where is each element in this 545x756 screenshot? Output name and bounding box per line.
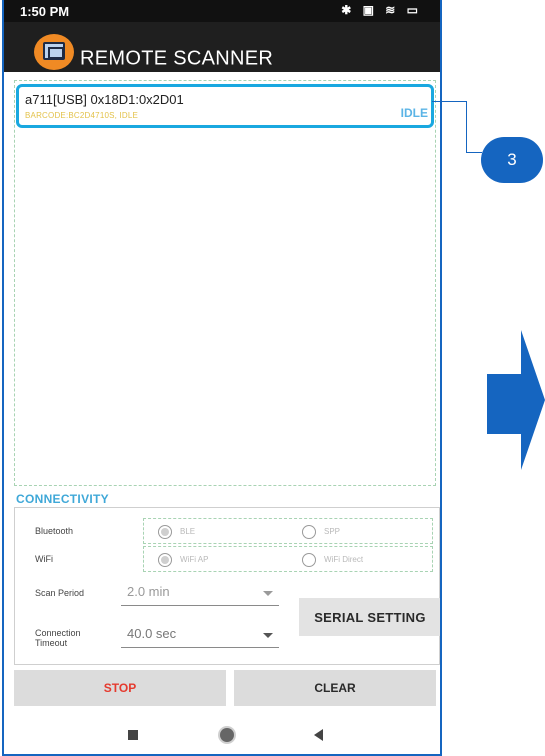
connection-timeout-label: Connection Timeout xyxy=(35,628,81,648)
scan-period-label: Scan Period xyxy=(35,588,85,598)
next-step-arrow-icon xyxy=(487,330,545,470)
device-name: a711[USB] 0x18D1:0x2D01 xyxy=(25,92,184,107)
android-nav-bar xyxy=(4,712,440,754)
device-detail: BARCODE:BC2D4710S, IDLE xyxy=(25,111,139,120)
connectivity-title: CONNECTIVITY xyxy=(16,492,109,506)
radio-wifi-ap[interactable] xyxy=(158,553,172,567)
callout-badge: 3 xyxy=(481,137,543,183)
connection-timeout-value: 40.0 sec xyxy=(127,626,177,641)
serial-setting-button[interactable]: SERIAL SETTING xyxy=(299,598,440,636)
callout-line xyxy=(466,101,467,152)
radio-ble-label: BLE xyxy=(180,527,196,536)
recent-apps-icon[interactable] xyxy=(128,730,138,740)
bluetooth-label: Bluetooth xyxy=(35,526,74,536)
app-title: REMOTE SCANNER xyxy=(80,47,274,70)
wifi-label: WiFi xyxy=(35,554,53,564)
chevron-down-icon xyxy=(263,591,273,596)
status-icons: ✱ ▣ ≋ ▭ xyxy=(341,3,422,17)
wifi-radio-group: WiFi AP WiFi Direct xyxy=(143,546,433,572)
device-status-badge: IDLE xyxy=(400,106,428,120)
radio-wifi-ap-label: WiFi AP xyxy=(180,555,209,564)
radio-ble[interactable] xyxy=(158,525,172,539)
phone-screen: 1:50 PM ✱ ▣ ≋ ▭ REMOTE SCANNER a711[USB]… xyxy=(2,0,442,756)
radio-wifi-direct[interactable] xyxy=(302,553,316,567)
callout-line xyxy=(466,152,482,153)
stop-button[interactable]: STOP xyxy=(14,670,226,706)
scan-period-dropdown[interactable]: 2.0 min xyxy=(121,582,279,606)
radio-spp-label: SPP xyxy=(324,527,341,536)
scan-period-value: 2.0 min xyxy=(127,584,170,599)
status-time: 1:50 PM xyxy=(20,4,70,19)
app-bar: REMOTE SCANNER xyxy=(4,22,440,72)
callout-line xyxy=(432,101,466,102)
chevron-down-icon xyxy=(263,633,273,638)
radio-spp[interactable] xyxy=(302,525,316,539)
connectivity-panel: Bluetooth BLE SPP WiFi WiFi AP WiFi Dire… xyxy=(14,507,440,665)
bluetooth-radio-group: BLE SPP xyxy=(143,518,433,544)
device-list-item[interactable]: a711[USB] 0x18D1:0x2D01 BARCODE:BC2D4710… xyxy=(16,84,434,128)
connection-timeout-label-line1: Connection xyxy=(35,628,81,638)
scanner-app-icon xyxy=(34,34,74,70)
connection-timeout-label-line2: Timeout xyxy=(35,638,68,648)
radio-wifi-direct-label: WiFi Direct xyxy=(324,555,364,564)
home-icon[interactable] xyxy=(220,728,234,742)
status-bar: 1:50 PM ✱ ▣ ≋ ▭ xyxy=(4,0,440,22)
device-list[interactable]: a711[USB] 0x18D1:0x2D01 BARCODE:BC2D4710… xyxy=(14,80,436,486)
back-icon[interactable] xyxy=(314,729,323,741)
clear-button[interactable]: CLEAR xyxy=(234,670,436,706)
connection-timeout-dropdown[interactable]: 40.0 sec xyxy=(121,624,279,648)
